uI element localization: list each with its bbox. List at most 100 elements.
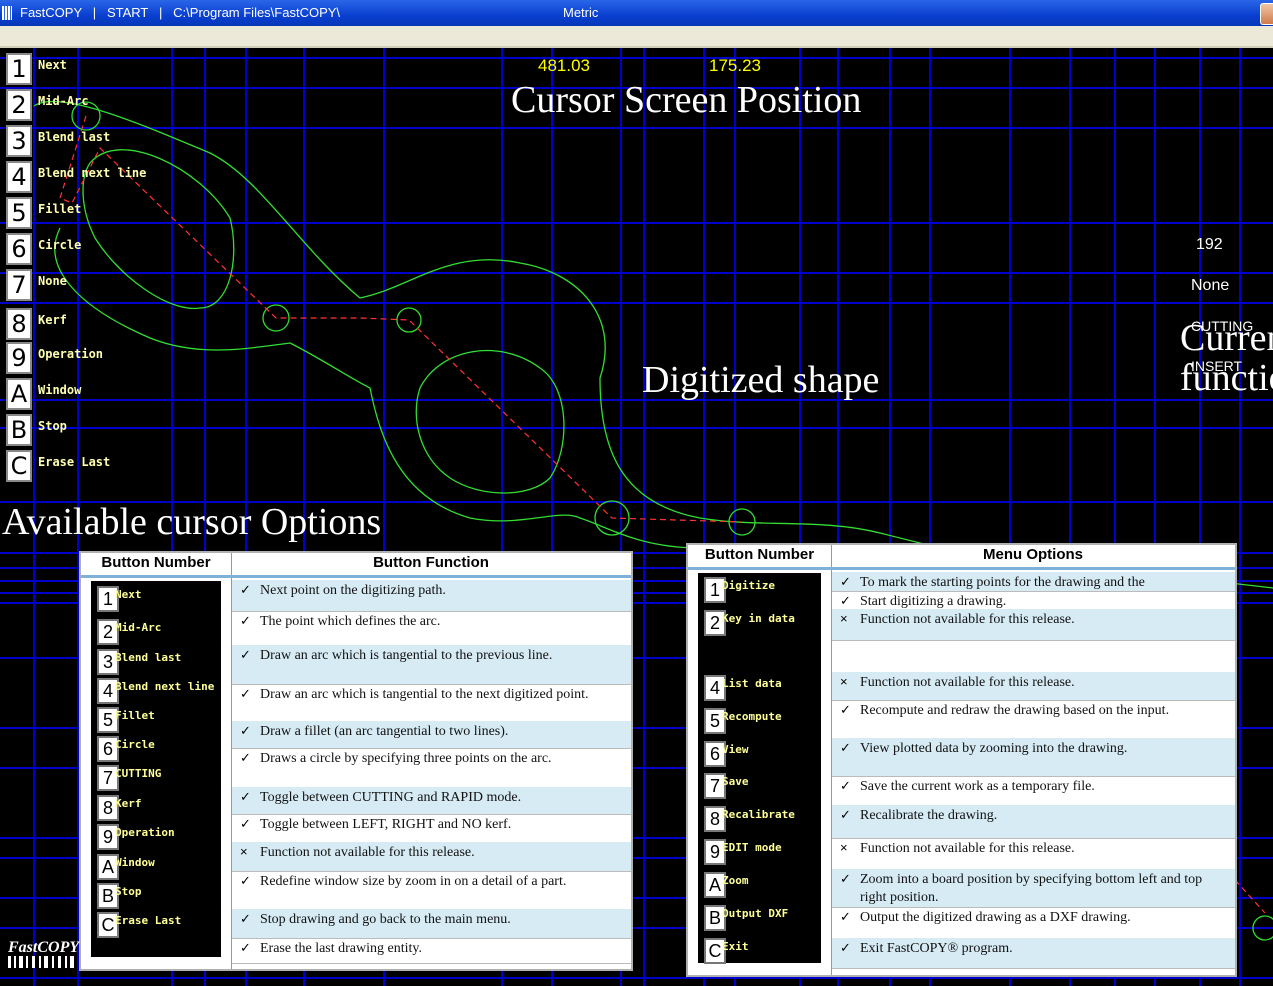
cursor-option-key-c[interactable]: C (6, 450, 32, 482)
cursor-option-label-2: Mid-Arc (38, 94, 89, 108)
cursor-option-label-6: Circle (38, 238, 82, 252)
table-key-label-5: Recompute (722, 710, 782, 723)
cursor-x: 481.03 (538, 56, 590, 75)
cursor-option-key-4[interactable]: 4 (6, 161, 32, 193)
check-icon: ✓ (840, 574, 851, 589)
drawing-canvas[interactable]: 481.03 175.23 Cursor Screen Position Dig… (0, 48, 1273, 986)
cursor-option-key-7[interactable]: 7 (6, 269, 32, 301)
cursor-option-key-1[interactable]: 1 (6, 53, 32, 85)
row-text: Stop drawing and go back to the main men… (260, 912, 511, 927)
table-key-label-a: Window (115, 856, 155, 869)
row-text: Recalibrate the drawing. (860, 808, 998, 823)
table-row: ✓ Draw a fillet (an arc tangential to two… (232, 721, 631, 749)
table-row: ✓ Toggle between LEFT, RIGHT and NO kerf. (232, 814, 631, 843)
check-icon: ✓ (840, 740, 851, 755)
table-key-label-4: Blend next line (115, 680, 215, 693)
row-text: Output the digitized drawing as a DXF dr… (860, 910, 1131, 925)
table-row: × Function not available for this release… (832, 838, 1235, 870)
check-icon: ✓ (240, 647, 251, 662)
table-row: ✓ Erase the last drawing entity. (232, 938, 631, 964)
app-icon[interactable] (2, 6, 12, 20)
units-label: Metric (563, 5, 599, 20)
table-row: ✓ Recompute and redraw the drawing based … (832, 700, 1235, 739)
table-row (832, 640, 1235, 673)
title-bar: FastCOPY | START | C:\Program Files\Fast… (0, 0, 1273, 26)
table-row: ✓ Toggle between CUTTING and RAPID mode. (232, 787, 631, 815)
cursor-option-key-8[interactable]: 8 (6, 308, 32, 340)
cross-icon: × (240, 844, 248, 859)
table-key-label-9: EDIT mode (722, 841, 782, 854)
cursor-option-key-a[interactable]: A (6, 378, 32, 410)
check-icon: ✓ (840, 702, 851, 717)
cursor-option-label-9: Operation (38, 347, 104, 361)
table-row: ✓ The point which defines the arc. (232, 611, 631, 646)
table-key-label-7: Save (722, 775, 749, 788)
cursor-position-caption: Cursor Screen Position (511, 79, 862, 121)
cursor-option-label-7: None (38, 274, 67, 288)
table-row: ✓ View plotted data by zooming into the d… (832, 738, 1235, 777)
table-key-label-6: Circle (115, 738, 155, 751)
table-row: × Function not available for this release… (832, 609, 1235, 641)
row-text: Function not available for this release. (860, 612, 1075, 627)
svg-text:FastCOPY: FastCOPY (7, 939, 80, 956)
table-row: ✓ Redefine window size by zoom in on a de… (232, 871, 631, 910)
cursor-option-key-2[interactable]: 2 (6, 89, 32, 121)
cursor-option-label-a: Window (38, 383, 82, 397)
check-icon: ✓ (240, 940, 251, 955)
button-function-table: Button Number Button Function 1 Next 2 Mid-Ar… (79, 551, 633, 971)
table-row: ✓ Draws a circle by specifying three poin… (232, 748, 631, 788)
cursor-option-key-b[interactable]: B (6, 414, 32, 446)
table-key-label-8: Kerf (115, 797, 142, 810)
table-key-label-7: CUTTING (115, 767, 162, 780)
table-row: × Function not available for this release… (832, 672, 1235, 701)
cursor-option-key-6[interactable]: 6 (6, 233, 32, 265)
row-text: Draw a fillet (an arc tangential to two … (260, 724, 509, 739)
table-key-label-4: List data (722, 677, 782, 690)
table-row: ✓ Draw an arc which is tangential to the … (232, 684, 631, 722)
slot-lower (415, 349, 565, 494)
table-key-label-5: Fillet (115, 709, 155, 722)
cursor-option-label-3: Blend last (38, 130, 111, 144)
cursor-option-key-5[interactable]: 5 (6, 197, 32, 229)
table-key-label-8: Recalibrate (722, 808, 795, 821)
table-key-label-c: Erase Last (115, 914, 182, 927)
menu-strip (0, 26, 1273, 48)
check-icon: ✓ (240, 789, 251, 804)
check-icon: ✓ (240, 723, 251, 738)
table-row: ✓ Draw an arc which is tangential to the … (232, 645, 631, 685)
table-key-label-b: Stop (115, 885, 142, 898)
check-icon: ✓ (240, 582, 251, 597)
row-text: Save the current work as a temporary fil… (860, 779, 1095, 794)
table-row: ✓ Save the current work as a temporary fi… (832, 776, 1235, 806)
table-key-label-1: Next (115, 588, 142, 601)
table-row: ✓ Output the digitized drawing as a DXF d… (832, 907, 1235, 939)
cursor-option-label-1: Next (38, 58, 67, 72)
header-rule (81, 575, 631, 578)
current-function-line1: Current (1180, 317, 1273, 359)
check-icon: ✓ (240, 686, 251, 701)
check-icon: ✓ (840, 871, 851, 886)
check-icon: ✓ (840, 909, 851, 924)
cursor-option-label-5: Fillet (38, 202, 82, 216)
table-row: ✓ Next point on the digitizing path. (232, 580, 631, 612)
cursor-option-key-3[interactable]: 3 (6, 125, 32, 157)
check-icon: ✓ (840, 807, 851, 822)
table-key-label-2: Mid-Arc (115, 621, 162, 634)
table-key-label-3: Blend last (115, 651, 182, 664)
menu-options-table: Button Number Menu Options 1 Digitize 2 Key i… (686, 543, 1237, 977)
shape-caption: Digitized shape (642, 359, 880, 401)
table-row: × Function not available for this release… (232, 842, 631, 872)
row-text: Function not available for this release. (860, 841, 1075, 856)
cursor-option-key-9[interactable]: 9 (6, 342, 32, 374)
header-rule (688, 567, 1235, 570)
cross-icon: × (840, 840, 848, 855)
check-icon: ✓ (240, 911, 251, 926)
table-key-label-c: Exit (722, 940, 749, 953)
check-icon: ✓ (240, 816, 251, 831)
row-text: View plotted data by zooming into the dr… (860, 741, 1128, 756)
minimize-button[interactable] (1260, 3, 1273, 25)
table-row: ✓ To mark the starting points for the dra… (832, 572, 1235, 592)
header-function: Button Function (373, 554, 489, 571)
cursor-y: 175.23 (709, 56, 761, 75)
table-row: ✓ Zoom into a board position by specifyin… (832, 869, 1235, 908)
